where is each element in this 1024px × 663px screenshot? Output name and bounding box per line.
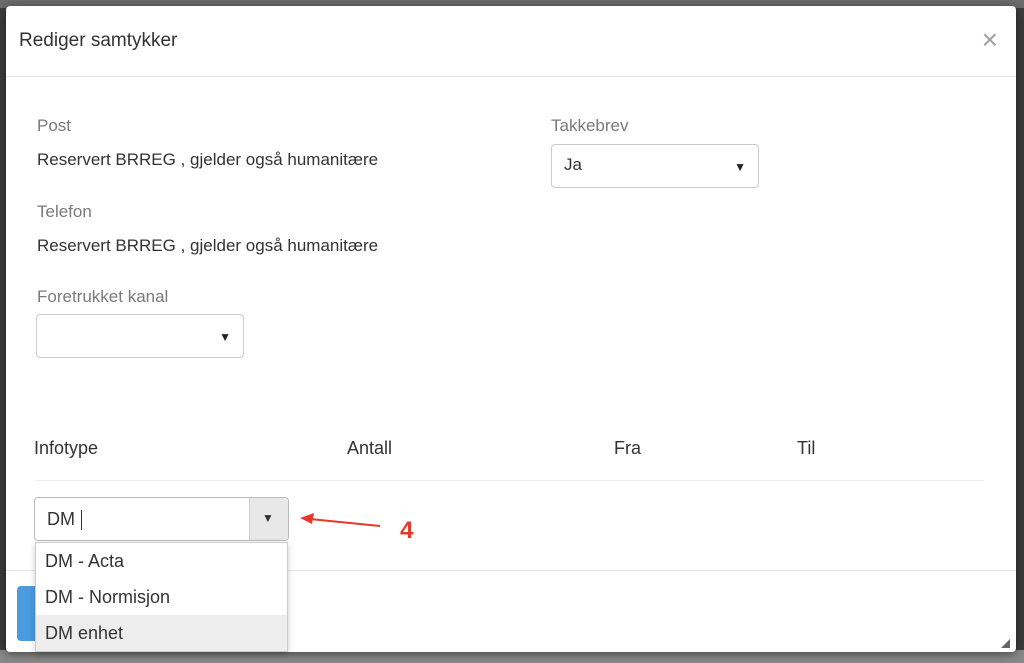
takkebrev-label: Takkebrev — [551, 116, 629, 135]
close-icon[interactable]: × — [982, 26, 998, 54]
foretrukket-kanal-label: Foretrukket kanal — [37, 287, 169, 306]
annotation-arrow-icon — [300, 513, 381, 527]
column-header-til: Til — [797, 438, 816, 458]
chevron-down-icon: ▼ — [219, 330, 231, 344]
post-value: Reservert BRREG , gjelder også humanitær… — [37, 150, 379, 169]
infotype-input[interactable] — [35, 498, 251, 540]
post-label: Post — [37, 116, 72, 135]
dialog-title: Rediger samtykker — [19, 30, 178, 51]
annotation-number: 4 — [400, 517, 414, 544]
table-header-divider — [34, 480, 984, 481]
infotype-dropdown-toggle[interactable]: ▼ — [249, 498, 288, 540]
telefon-value: Reservert BRREG , gjelder også humanitær… — [37, 236, 379, 255]
edit-consent-dialog: Rediger samtykker × Post Reservert BRREG… — [6, 6, 1016, 652]
telefon-label: Telefon — [37, 202, 92, 221]
column-header-antall: Antall — [347, 438, 393, 458]
option-dm-enhet[interactable]: DM enhet — [36, 615, 287, 651]
dialog-header: Rediger samtykker × — [6, 6, 1016, 77]
chevron-down-icon: ▼ — [734, 160, 746, 174]
option-dm-normisjon[interactable]: DM - Normisjon — [36, 579, 287, 615]
foretrukket-kanal-select[interactable]: ▼ — [36, 314, 244, 358]
chevron-down-icon: ▼ — [262, 511, 274, 525]
option-dm-acta[interactable]: DM - Acta — [36, 543, 287, 579]
column-header-infotype: Infotype — [34, 438, 99, 458]
column-header-fra: Fra — [614, 438, 641, 458]
text-cursor — [81, 510, 82, 530]
takkebrev-select[interactable]: Ja ▼ — [551, 144, 759, 188]
infotype-options-list: DM - Acta DM - Normisjon DM enhet — [35, 542, 288, 652]
infotype-combobox[interactable]: ▼ — [34, 497, 289, 541]
takkebrev-selected: Ja — [564, 155, 582, 174]
resize-handle-icon[interactable] — [1001, 639, 1010, 648]
